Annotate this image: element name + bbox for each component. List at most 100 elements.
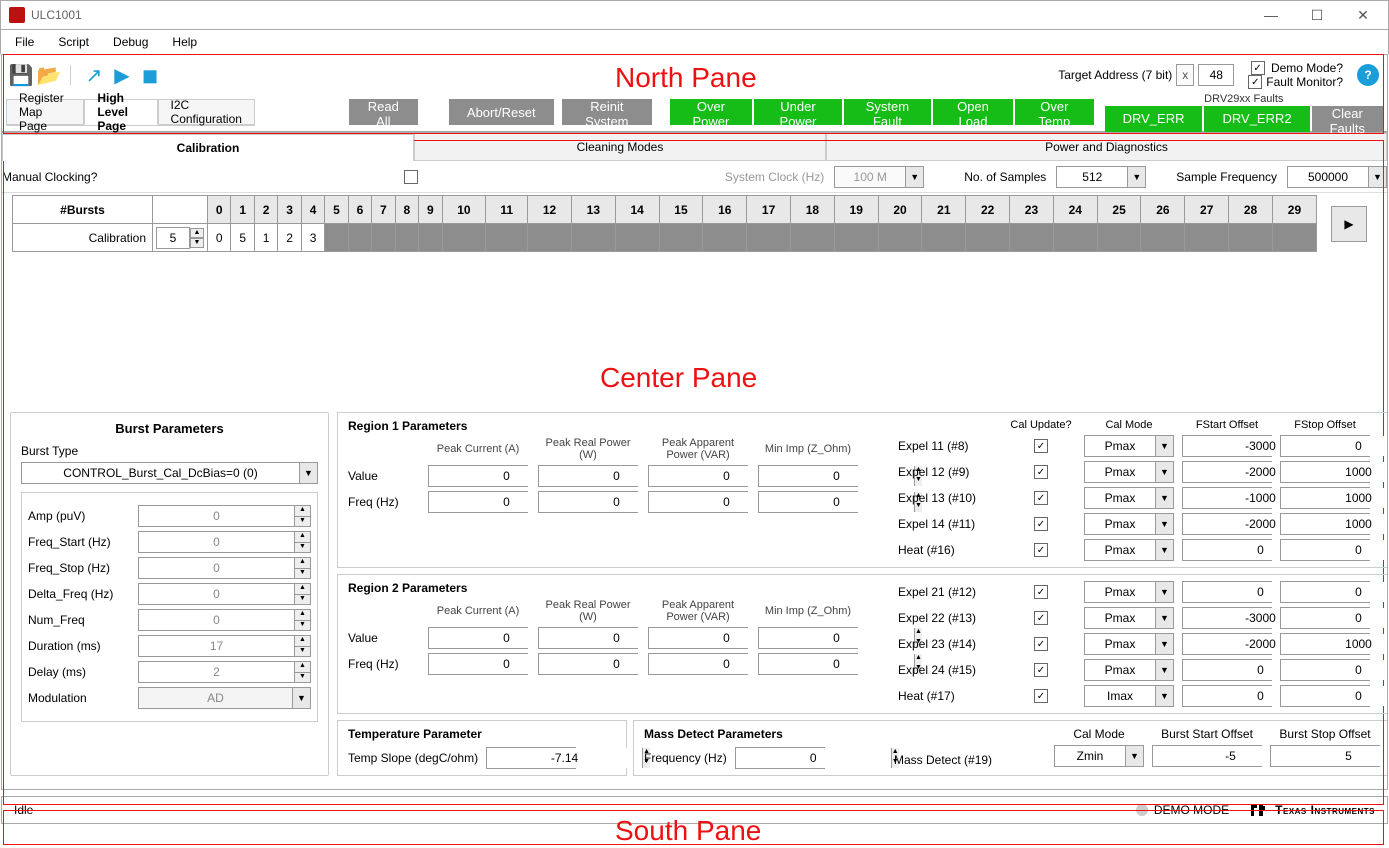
window-title: ULC1001 [31, 8, 331, 22]
demo-mode-check[interactable]: ✓Demo Mode? [1248, 61, 1343, 75]
cal-fstop-input[interactable] [1281, 686, 1388, 706]
burst-col-18: 18 [790, 196, 834, 224]
menu-debug[interactable]: Debug [103, 33, 158, 51]
help-icon[interactable]: ? [1357, 64, 1379, 86]
cal-row-name: Expel 12 (#9) [898, 465, 998, 479]
title-bar: ULC1001 — ☐ ✕ [0, 0, 1389, 30]
sample-freq-input[interactable] [1288, 167, 1368, 187]
cal-fstop-input[interactable] [1281, 608, 1388, 628]
subtab-power-diag[interactable]: Power and Diagnostics [826, 133, 1387, 160]
cal-update-check[interactable]: ✓ [1034, 465, 1048, 479]
bp-input-4[interactable] [139, 610, 294, 630]
bp-input-3[interactable] [139, 584, 294, 604]
bp-label-0: Amp (puV) [28, 509, 138, 523]
subtab-calibration[interactable]: Calibration [2, 134, 414, 161]
fault-drv-err2[interactable]: DRV_ERR2 [1204, 106, 1309, 132]
cal-mode-select[interactable]: Pmax▼ [1084, 633, 1174, 655]
samples-input[interactable] [1057, 167, 1127, 187]
bp-input-6[interactable] [139, 662, 294, 682]
r1-value-3[interactable] [759, 466, 914, 486]
cal-fstop-input[interactable] [1281, 462, 1388, 482]
open-icon[interactable]: 📂 [38, 64, 60, 86]
burst-empty-10 [442, 224, 486, 252]
tab-high-level[interactable]: High Level Page [84, 99, 157, 125]
cal-fstop-input[interactable] [1281, 436, 1388, 456]
burst-type-select[interactable]: CONTROL_Burst_Cal_DcBias=0 (0)▼ [21, 462, 318, 484]
abort-button[interactable]: Abort/Reset [449, 99, 554, 125]
r2-value-3[interactable] [759, 628, 914, 648]
cal-fstop-input[interactable] [1281, 582, 1388, 602]
cal-update-check[interactable]: ✓ [1034, 585, 1048, 599]
r1-freq-3[interactable] [759, 492, 914, 512]
cal-row-name: Expel 13 (#10) [898, 491, 998, 505]
cal-update-check[interactable]: ✓ [1034, 611, 1048, 625]
calibration-count[interactable] [156, 227, 190, 249]
cal-mode-select[interactable]: Pmax▼ [1084, 607, 1174, 629]
fault-under-power[interactable]: Under Power [754, 99, 841, 125]
clear-faults-button[interactable]: Clear Faults [1312, 106, 1383, 132]
tab-register-map[interactable]: Register Map Page [6, 99, 84, 125]
cal-fstop-input[interactable] [1281, 514, 1388, 534]
menu-script[interactable]: Script [48, 33, 99, 51]
fault-monitor-check[interactable]: ✓Fault Monitor? [1248, 75, 1343, 89]
fault-open-load[interactable]: Open Load [933, 99, 1013, 125]
burst-col-5: 5 [325, 196, 348, 224]
mass-detect-title: Mass Detect Parameters [644, 727, 864, 741]
bp-input-0[interactable] [139, 506, 294, 526]
maximize-button[interactable]: ☐ [1294, 1, 1340, 29]
mass-freq-input[interactable] [736, 748, 891, 768]
cal-mode-select[interactable]: Pmax▼ [1084, 659, 1174, 681]
r2-freq-3[interactable] [759, 654, 914, 674]
menu-file[interactable]: File [5, 33, 44, 51]
cal-mode-select[interactable]: Pmax▼ [1084, 461, 1174, 483]
tab-i2c-config[interactable]: I2C Configuration [158, 99, 255, 125]
burst-empty-15 [659, 224, 703, 252]
cal-mode-select[interactable]: Pmax▼ [1084, 435, 1174, 457]
fault-system-fault[interactable]: System Fault [844, 99, 931, 125]
cal-mode-select[interactable]: Pmax▼ [1084, 539, 1174, 561]
fault-drv-err[interactable]: DRV_ERR [1105, 106, 1203, 132]
read-all-button[interactable]: Read All [349, 99, 418, 125]
cal-update-check[interactable]: ✓ [1034, 663, 1048, 677]
cal-update-check[interactable]: ✓ [1034, 689, 1048, 703]
play-icon[interactable]: ▶ [111, 64, 133, 86]
manual-clocking-check[interactable] [404, 170, 418, 184]
reinit-button[interactable]: Reinit System [562, 99, 652, 125]
bp-input-1[interactable] [139, 532, 294, 552]
cal-mode-select[interactable]: Pmax▼ [1084, 581, 1174, 603]
mass-detect-panel: Mass Detect Parameters Frequency (Hz) ▲▼… [633, 720, 1388, 776]
bp-label-1: Freq_Start (Hz) [28, 535, 138, 549]
target-address-input[interactable] [1198, 64, 1234, 86]
cal-update-check[interactable]: ✓ [1034, 439, 1048, 453]
cal-mode-select[interactable]: Pmax▼ [1084, 487, 1174, 509]
bp-input-2[interactable] [139, 558, 294, 578]
cal-update-check[interactable]: ✓ [1034, 491, 1048, 505]
fault-over-power[interactable]: Over Power [670, 99, 753, 125]
fault-over-temp[interactable]: Over Temp [1015, 99, 1094, 125]
chevron-down-icon[interactable]: ▼ [1127, 167, 1145, 187]
cal-mode-select[interactable]: Imax▼ [1084, 685, 1174, 707]
popout-icon[interactable]: ↗ [83, 64, 105, 86]
temp-slope-input[interactable] [487, 748, 642, 768]
mass-stop-input[interactable] [1271, 746, 1388, 766]
save-icon[interactable]: 💾 [10, 64, 32, 86]
cal-update-check[interactable]: ✓ [1034, 637, 1048, 651]
minimize-button[interactable]: — [1248, 1, 1294, 29]
chevron-down-icon[interactable]: ▼ [1368, 167, 1386, 187]
cal-hdr-0: Cal Update? [1006, 419, 1076, 431]
cal-fstop-input[interactable] [1281, 660, 1388, 680]
menu-help[interactable]: Help [162, 33, 207, 51]
cal-fstop-input[interactable] [1281, 634, 1388, 654]
close-button[interactable]: ✕ [1340, 1, 1386, 29]
cal-update-check[interactable]: ✓ [1034, 543, 1048, 557]
cal-mode-select[interactable]: Pmax▼ [1084, 513, 1174, 535]
cal-fstop-input[interactable] [1281, 540, 1388, 560]
stop-icon[interactable]: ◼ [139, 64, 161, 86]
modulation-select[interactable]: AD▼ [138, 687, 311, 709]
run-calibration-button[interactable]: ▶ [1331, 206, 1367, 242]
cal-fstop-input[interactable] [1281, 488, 1388, 508]
mass-mode-select[interactable]: Zmin▼ [1054, 745, 1144, 767]
cal-update-check[interactable]: ✓ [1034, 517, 1048, 531]
bp-input-5[interactable] [139, 636, 294, 656]
subtab-cleaning[interactable]: Cleaning Modes [414, 133, 826, 160]
